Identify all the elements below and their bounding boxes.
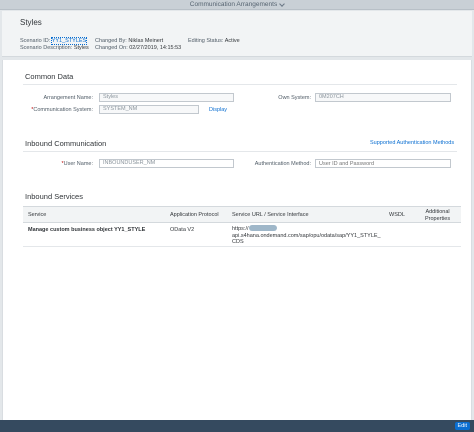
own-system-field[interactable]: 0M207CH <box>315 93 451 102</box>
user-name-label: *User Name: <box>62 160 93 168</box>
inbound-communication-title: Inbound Communication <box>25 139 107 148</box>
communication-system-label-text: Communication System: <box>33 107 93 113</box>
changed-on-row: Changed On: 02/27/2019, 14:15:53 <box>95 45 181 52</box>
change-info: Changed By: Niklas Meinert Changed On: 0… <box>95 38 181 52</box>
common-data-title: Common Data <box>25 72 74 81</box>
scenario-id-label: Scenario ID: <box>20 38 51 44</box>
user-name-field[interactable]: INBOUNDUSER_NM <box>99 159 234 168</box>
section-divider <box>23 84 457 85</box>
scenario-id-row: Scenario ID: YY1_STYLES <box>20 37 89 45</box>
scenario-info: Scenario ID: YY1_STYLES Scenario Descrip… <box>20 37 89 52</box>
changed-by-row: Changed By: Niklas Meinert <box>95 38 181 45</box>
display-link[interactable]: Display <box>209 106 227 114</box>
url-line-1: https:// <box>232 225 382 233</box>
column-header-additional-properties: Additional Properties <box>425 209 450 222</box>
auth-method-label: Authentication Method: <box>254 161 311 167</box>
footer-toolbar: Edit <box>0 420 474 432</box>
table-row[interactable]: Manage custom business object YY1_STYLE … <box>23 223 461 247</box>
own-system-label: Own System: <box>278 95 311 101</box>
changed-by-value: Niklas Meinert <box>128 38 164 44</box>
url-line-2: api.s4hana.ondemand.com/sap/opu/odata/sa… <box>232 232 381 239</box>
column-header-additional-line2: Properties <box>425 215 451 222</box>
row-protocol: OData V2 <box>170 227 195 233</box>
communication-system-field[interactable]: SYSTEM_NM <box>99 105 199 114</box>
main-content: Common Data Arrangement Name: Styles *Co… <box>2 60 472 420</box>
user-name-label-text: User Name: <box>63 161 93 167</box>
shell-bar: Communication Arrangements <box>0 0 474 10</box>
auth-method-field[interactable] <box>315 159 451 168</box>
url-prefix: https:// <box>232 226 249 232</box>
url-line-3: CDS <box>232 239 244 245</box>
edit-button[interactable]: Edit <box>454 422 470 430</box>
redacted-host <box>248 225 277 231</box>
column-header-additional-line1: Additional <box>425 209 450 215</box>
table-header: Service Application Protocol Service URL… <box>23 206 461 223</box>
row-service-url: https:// api.s4hana.ondemand.com/sap/opu… <box>232 225 382 246</box>
object-header: Styles Scenario ID: YY1_STYLES Scenario … <box>2 11 472 57</box>
row-service: Manage custom business object YY1_STYLE <box>28 227 146 233</box>
changed-on-label: Changed On: <box>95 45 128 51</box>
editing-status: Editing Status: Active <box>188 38 240 45</box>
section-divider <box>23 151 457 152</box>
supported-auth-methods-link[interactable]: Supported Authentication Methods <box>370 139 454 147</box>
editing-status-label: Editing Status: <box>188 38 224 44</box>
changed-on-value: 02/27/2019, 14:15:53 <box>129 45 182 51</box>
changed-by-label: Changed By: <box>95 38 127 44</box>
column-header-protocol: Application Protocol <box>170 212 219 218</box>
scenario-desc-row: Scenario Description: Styles <box>20 45 89 52</box>
column-header-wsdl: WSDL <box>389 212 405 218</box>
editing-status-value: Active <box>224 38 240 44</box>
app-title-menu[interactable]: Communication Arrangements <box>189 0 286 10</box>
arrangement-name-field[interactable]: Styles <box>99 93 234 102</box>
inbound-services-title: Inbound Services <box>25 192 83 201</box>
app-title: Communication Arrangements <box>189 0 278 8</box>
communication-system-label: *Communication System: <box>31 106 93 114</box>
chevron-down-icon <box>279 0 286 7</box>
scenario-desc-value: Styles <box>73 45 89 51</box>
page-title: Styles <box>20 18 42 27</box>
scenario-id-link[interactable]: YY1_STYLES <box>50 37 88 45</box>
arrangement-name-label: Arrangement Name: <box>43 95 93 101</box>
column-header-url: Service URL / Service Interface <box>232 212 309 218</box>
column-header-service: Service <box>28 212 47 218</box>
scenario-desc-label: Scenario Description: <box>20 45 73 51</box>
